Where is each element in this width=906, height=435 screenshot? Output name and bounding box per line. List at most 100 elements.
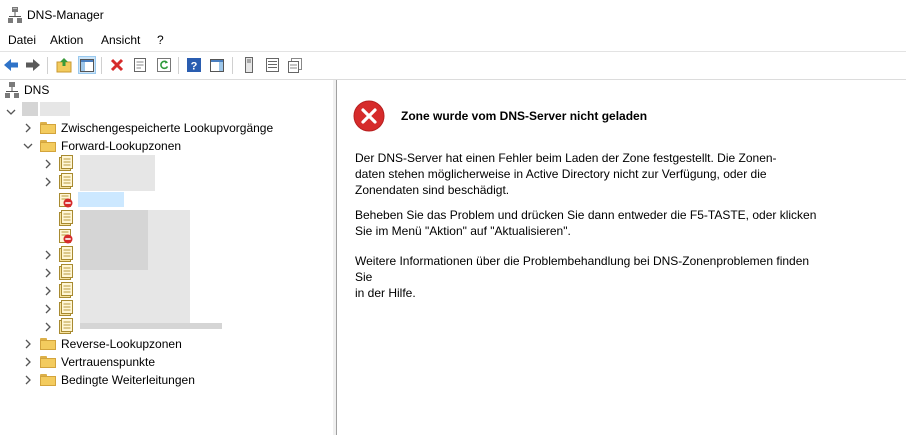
server-icon: [245, 57, 253, 73]
zone-icon: [59, 318, 73, 334]
tree-label: Forward-Lookupzonen: [61, 139, 182, 153]
message-line: in der Hilfe.: [355, 286, 416, 300]
menu-datei[interactable]: Datei: [8, 33, 36, 47]
help-button[interactable]: ?: [185, 56, 203, 74]
properties-button[interactable]: [131, 56, 149, 74]
menu-bar: Datei Aktion Ansicht ?: [0, 30, 906, 50]
svg-text:?: ?: [191, 61, 198, 73]
forward-button[interactable]: [24, 56, 42, 74]
message-line: Beheben Sie das Problem und drücken Sie …: [355, 208, 817, 222]
message-line: Weitere Informationen über die Problembe…: [355, 254, 810, 284]
message-line: Zonendaten sind beschädigt.: [355, 183, 510, 197]
message-paragraph-fix: Beheben Sie das Problem und drücken Sie …: [355, 207, 825, 239]
chevron-down-icon[interactable]: [23, 141, 33, 151]
tree-node-forward-lookup-zones[interactable]: Forward-Lookupzonen: [40, 137, 181, 155]
zone-icon: [59, 300, 73, 316]
records-icon: [288, 57, 302, 73]
tree-node-server-redacted[interactable]: [40, 102, 70, 116]
menu-ansicht[interactable]: Ansicht: [101, 33, 140, 47]
message-title: Zone wurde vom DNS-Server nicht geladen: [401, 109, 648, 123]
title-bar: DNS-Manager: [0, 0, 906, 30]
show-action-pane-button[interactable]: [208, 56, 226, 74]
forward-icon: [26, 59, 40, 71]
show-hide-console-tree-icon: [80, 58, 94, 72]
zone-error-icon: [59, 193, 73, 208]
back-button[interactable]: [2, 56, 20, 74]
show-hide-console-tree-button[interactable]: [78, 56, 96, 74]
zone-icon: [59, 210, 73, 226]
list-icon: [265, 58, 279, 72]
message-line: Der DNS-Server hat einen Fehler beim Lad…: [355, 151, 777, 165]
folder-icon: [40, 140, 56, 152]
chevron-right-icon[interactable]: [23, 123, 33, 133]
chevron-right-icon[interactable]: [43, 268, 53, 278]
refresh-button[interactable]: [155, 56, 173, 74]
message-paragraph-help: Weitere Informationen über die Problembe…: [355, 253, 825, 301]
chevron-right-icon[interactable]: [23, 357, 33, 367]
chevron-right-icon[interactable]: [43, 322, 53, 332]
tree-node-selected-zone-redacted[interactable]: [78, 192, 124, 207]
toolbar-separator: [101, 57, 102, 74]
zone-icon: [59, 173, 73, 189]
redacted-zone-names: [148, 210, 190, 325]
tree-node-cached-lookups[interactable]: Zwischengespeicherte Lookupvorgänge: [40, 119, 273, 137]
zone-icon: [59, 264, 73, 280]
menu-help[interactable]: ?: [157, 33, 164, 47]
chevron-right-icon[interactable]: [43, 250, 53, 260]
show-action-pane-icon: [210, 58, 224, 72]
delete-icon: [110, 58, 124, 72]
chevron-right-icon[interactable]: [43, 159, 53, 169]
tree-node-conditional-forwarders[interactable]: Bedingte Weiterleitungen: [40, 371, 195, 389]
tree-label: Zwischengespeicherte Lookupvorgänge: [61, 121, 274, 135]
chevron-right-icon[interactable]: [43, 304, 53, 314]
records-button[interactable]: [286, 56, 304, 74]
zone-icon: [59, 155, 73, 171]
properties-icon: [134, 58, 146, 72]
folder-icon: [40, 356, 56, 368]
chevron-right-icon[interactable]: [23, 375, 33, 385]
redacted-zone-names: [80, 323, 222, 329]
zone-icon: [59, 282, 73, 298]
dns-server-icon: [5, 82, 19, 98]
chevron-right-icon[interactable]: [43, 177, 53, 187]
chevron-right-icon[interactable]: [43, 286, 53, 296]
up-folder-icon: [56, 58, 72, 73]
toolbar-separator: [232, 57, 233, 74]
toolbar-separator: [47, 57, 48, 74]
folder-icon: [40, 122, 56, 134]
up-folder-button[interactable]: [55, 56, 73, 74]
window-title: DNS-Manager: [27, 8, 104, 22]
error-icon: [353, 100, 385, 132]
message-paragraph-error: Der DNS-Server hat einen Fehler beim Lad…: [355, 150, 825, 198]
menu-aktion[interactable]: Aktion: [50, 33, 83, 47]
message-line: Sie im Menü "Aktion" auf "Aktualisieren"…: [355, 224, 571, 238]
zone-error-icon: [59, 229, 73, 244]
tree-label: Reverse-Lookupzonen: [61, 337, 182, 351]
folder-icon: [40, 338, 56, 350]
delete-button[interactable]: [108, 56, 126, 74]
toolbar: ?: [0, 51, 906, 80]
server-button[interactable]: [240, 56, 258, 74]
chevron-right-icon[interactable]: [23, 339, 33, 349]
server-icon-redacted: [22, 102, 38, 116]
redacted-zone-names: [80, 155, 155, 191]
back-icon: [4, 59, 18, 71]
console-tree[interactable]: DNS Zwischengespeicherte Lookupvorgänge …: [0, 80, 334, 435]
toolbar-separator: [178, 57, 179, 74]
redacted-zone-names: [80, 270, 148, 325]
refresh-icon: [157, 58, 171, 72]
tree-node-trust-points[interactable]: Vertrauenspunkte: [40, 353, 155, 371]
tree-label: Vertrauenspunkte: [61, 355, 156, 369]
redacted-zone-names: [80, 210, 148, 270]
list-button[interactable]: [263, 56, 281, 74]
message-line: daten stehen möglicherweise in Active Di…: [355, 167, 767, 181]
dns-server-icon: [8, 7, 22, 23]
zone-icon: [59, 246, 73, 262]
tree-label: DNS: [24, 83, 50, 97]
tree-node-dns[interactable]: DNS: [5, 81, 49, 99]
folder-icon: [40, 374, 56, 386]
chevron-down-icon[interactable]: [6, 107, 16, 117]
tree-node-reverse-lookup-zones[interactable]: Reverse-Lookupzonen: [40, 335, 182, 353]
tree-label: Bedingte Weiterleitungen: [61, 373, 195, 387]
help-icon: ?: [187, 58, 201, 72]
